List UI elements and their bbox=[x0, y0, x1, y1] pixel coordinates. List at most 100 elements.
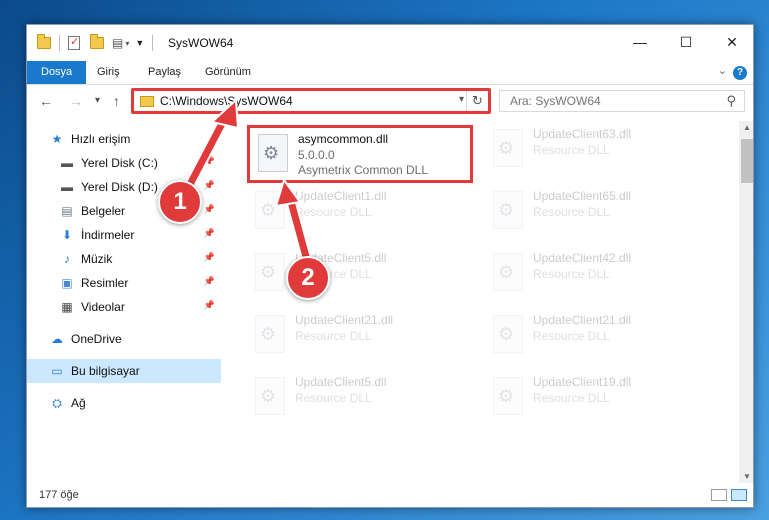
forward-button[interactable]: → bbox=[69, 93, 83, 109]
sidebar-item-label: Yerel Disk (C:) bbox=[81, 156, 158, 170]
dll-file-icon bbox=[493, 377, 523, 415]
sidebar-item-downloads[interactable]: ⬇ İndirmeler 📌 bbox=[27, 223, 221, 247]
file-tile[interactable]: UpdateClient65.dll Resource DLL bbox=[485, 185, 715, 241]
dll-file-icon bbox=[255, 377, 285, 415]
pin-icon[interactable]: 📌 bbox=[204, 180, 215, 191]
up-button[interactable]: ↑ bbox=[113, 93, 120, 109]
file-description: Resource DLL bbox=[533, 205, 610, 219]
customize-toolbar-icon[interactable]: ▾ bbox=[125, 39, 129, 48]
sidebar-item-quick-access[interactable]: ★ Hızlı erişim bbox=[27, 127, 221, 151]
file-name: UpdateClient65.dll bbox=[533, 189, 632, 203]
sidebar-item-local-disk-c[interactable]: ▬ Yerel Disk (C:) 📌 bbox=[27, 151, 221, 175]
pin-icon[interactable]: 📌 bbox=[204, 252, 215, 263]
tab-file[interactable]: Dosya bbox=[27, 61, 87, 84]
file-name: asymcommon.dll bbox=[298, 132, 389, 146]
sidebar-item-onedrive[interactable]: ☁ OneDrive bbox=[27, 327, 221, 351]
file-description: Resource DLL bbox=[533, 391, 610, 405]
computer-icon: ▭ bbox=[51, 364, 63, 378]
ribbon-tabs: Dosya Giriş Paylaş Görünüm ⌄ ? bbox=[27, 61, 753, 85]
explorer-window: ▤ ▾ ▼ SysWOW64 — ☐ ✕ Dosya Giriş Paylaş … bbox=[26, 24, 754, 508]
sidebar-item-label: Videolar bbox=[81, 300, 125, 314]
file-tile[interactable]: UpdateClient5.dll Resource DLL bbox=[247, 247, 477, 303]
file-tile[interactable]: UpdateClient19.dll Resource DLL bbox=[485, 371, 715, 427]
address-highlight bbox=[131, 88, 491, 114]
sidebar-item-label: Hızlı erişim bbox=[71, 132, 131, 146]
drive-icon: ▬ bbox=[61, 180, 73, 194]
step-1-badge: 1 bbox=[158, 180, 202, 224]
pin-icon[interactable]: 📌 bbox=[204, 204, 215, 215]
pin-icon[interactable]: 📌 bbox=[204, 276, 215, 287]
file-tile[interactable]: UpdateClient63.dll Resource DLL bbox=[485, 123, 715, 179]
ribbon-expand-icon[interactable]: ⌄ bbox=[718, 64, 727, 77]
video-icon: ▦ bbox=[61, 300, 73, 314]
sidebar-item-music[interactable]: ♪ Müzik 📌 bbox=[27, 247, 221, 271]
file-tile[interactable]: UpdateClient42.dll Resource DLL bbox=[485, 247, 715, 303]
pin-icon[interactable]: 📌 bbox=[204, 228, 215, 239]
file-description: Resource DLL bbox=[533, 329, 610, 343]
scroll-up-icon[interactable]: ▲ bbox=[739, 123, 753, 132]
dll-file-icon bbox=[493, 315, 523, 353]
back-button[interactable]: ← bbox=[39, 93, 53, 109]
sidebar-item-label: OneDrive bbox=[71, 332, 122, 346]
title-bar: ▤ ▾ ▼ SysWOW64 — ☐ ✕ bbox=[27, 25, 753, 61]
recent-locations-button[interactable]: ▾ bbox=[95, 95, 100, 106]
tab-view[interactable]: Görünüm bbox=[205, 61, 251, 84]
tab-share[interactable]: Paylaş bbox=[148, 61, 181, 84]
help-icon[interactable]: ? bbox=[733, 66, 747, 80]
window-title: SysWOW64 bbox=[168, 36, 234, 50]
sidebar-item-this-pc[interactable]: ▭ Bu bilgisayar bbox=[27, 359, 221, 383]
file-description: Asymetrix Common DLL bbox=[298, 163, 429, 177]
search-icon[interactable]: ⚲ bbox=[726, 93, 736, 109]
file-tile[interactable]: UpdateClient21.dll Resource DLL bbox=[485, 309, 715, 365]
sidebar-item-videos[interactable]: ▦ Videolar 📌 bbox=[27, 295, 221, 319]
file-tile[interactable]: UpdateClient1.dll Resource DLL bbox=[247, 185, 477, 241]
file-name: UpdateClient63.dll bbox=[533, 127, 632, 141]
file-name: UpdateClient42.dll bbox=[533, 251, 632, 265]
tab-home[interactable]: Giriş bbox=[97, 61, 120, 84]
file-description: Resource DLL bbox=[533, 143, 610, 157]
file-list: asymcommon.dll 5.0.0.0 Asymetrix Common … bbox=[229, 121, 737, 483]
details-view-icon[interactable] bbox=[711, 489, 727, 501]
new-folder-icon[interactable] bbox=[90, 34, 104, 49]
file-tile[interactable]: UpdateClient21.dll Resource DLL bbox=[247, 309, 477, 365]
item-count: 177 öğe bbox=[39, 489, 79, 501]
file-version: 5.0.0.0 bbox=[298, 148, 335, 162]
dll-file-icon bbox=[255, 253, 285, 291]
download-icon: ⬇ bbox=[61, 228, 73, 242]
dll-file-icon bbox=[493, 129, 523, 167]
vertical-scrollbar[interactable]: ▲ ▼ bbox=[739, 121, 753, 483]
network-icon: ⛭ bbox=[52, 395, 62, 410]
toolbar-dropdown-icon[interactable]: ▼ bbox=[135, 38, 144, 48]
sidebar-item-label: Müzik bbox=[81, 252, 113, 266]
properties-icon[interactable] bbox=[68, 35, 80, 50]
dll-file-icon bbox=[255, 315, 285, 353]
close-button[interactable]: ✕ bbox=[709, 25, 753, 59]
pin-icon[interactable]: 📌 bbox=[204, 156, 215, 167]
pin-icon[interactable]: 📌 bbox=[204, 300, 215, 311]
folder-icon[interactable] bbox=[37, 34, 51, 49]
sidebar-item-network[interactable]: ⛭ Ağ bbox=[27, 391, 221, 415]
rename-icon[interactable]: ▤ bbox=[112, 36, 123, 50]
file-name: UpdateClient1.dll bbox=[295, 189, 387, 203]
file-description: Resource DLL bbox=[295, 205, 372, 219]
search-box[interactable]: ⚲ bbox=[499, 90, 745, 112]
picture-icon: ▣ bbox=[61, 276, 73, 290]
file-tile[interactable]: UpdateClient5.dll Resource DLL bbox=[247, 371, 477, 427]
maximize-button[interactable]: ☐ bbox=[663, 25, 709, 59]
minimize-button[interactable]: — bbox=[617, 25, 663, 59]
dll-file-icon bbox=[258, 134, 288, 172]
file-description: Resource DLL bbox=[295, 329, 372, 343]
file-tile-asymcommon[interactable]: asymcommon.dll 5.0.0.0 Asymetrix Common … bbox=[247, 125, 473, 183]
cloud-icon: ☁ bbox=[51, 332, 63, 346]
file-name: UpdateClient21.dll bbox=[295, 313, 394, 327]
file-description: Resource DLL bbox=[533, 267, 610, 281]
tiles-view-icon[interactable] bbox=[731, 489, 747, 501]
drive-icon: ▬ bbox=[61, 156, 73, 170]
dll-file-icon bbox=[493, 191, 523, 229]
quick-access-toolbar: ▤ ▾ ▼ bbox=[37, 34, 154, 51]
sidebar-item-label: Yerel Disk (D:) bbox=[81, 180, 158, 194]
scroll-down-icon[interactable]: ▼ bbox=[739, 472, 753, 481]
sidebar-item-pictures[interactable]: ▣ Resimler 📌 bbox=[27, 271, 221, 295]
search-input[interactable] bbox=[510, 91, 710, 111]
scroll-thumb[interactable] bbox=[741, 139, 753, 183]
